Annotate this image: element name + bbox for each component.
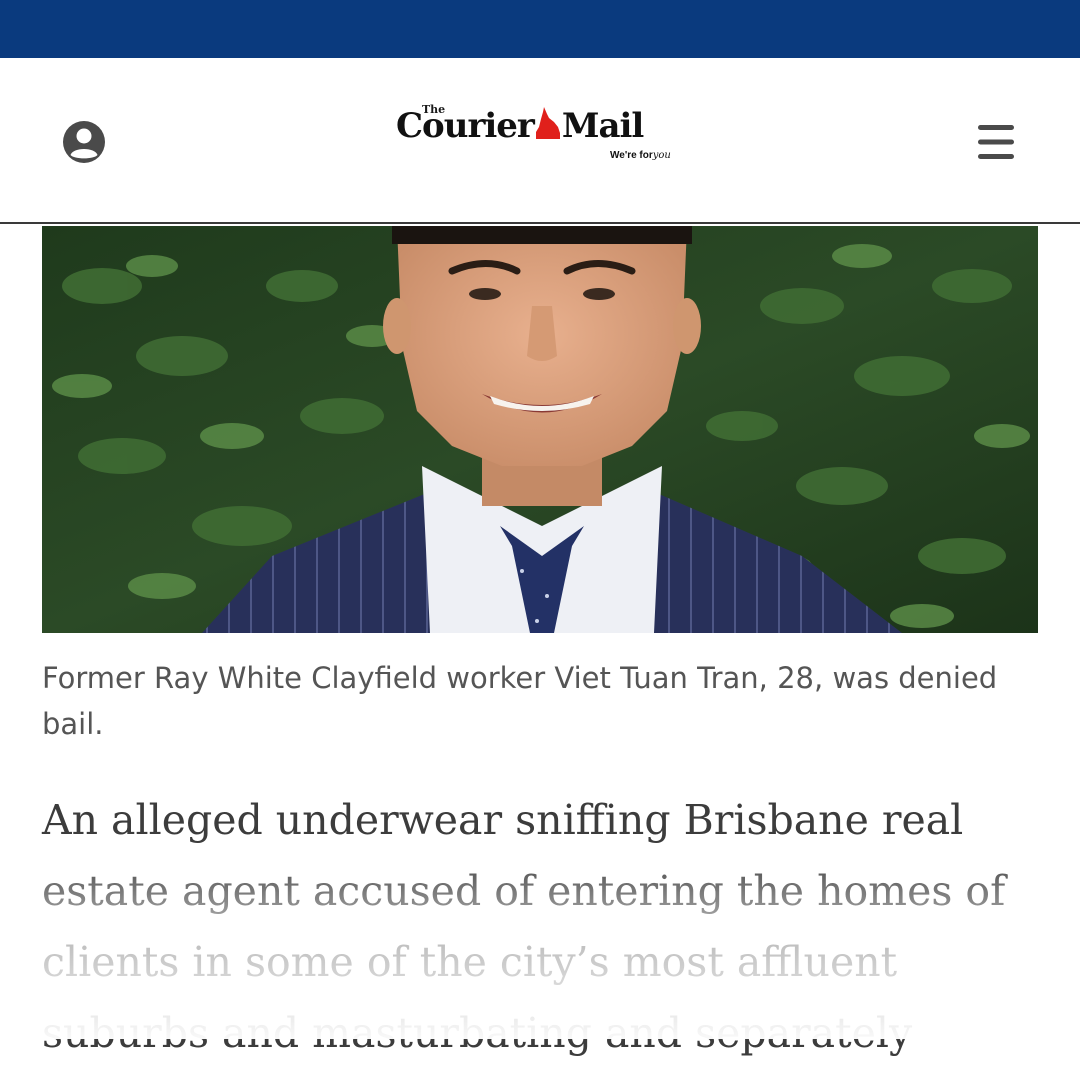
hamburger-menu-icon (978, 125, 1014, 159)
site-header: The Courier Mail We're foryou (0, 58, 1080, 224)
site-logo[interactable]: The Courier Mail We're foryou (392, 98, 692, 178)
logo-word-mail: Mail (561, 106, 644, 146)
logo-wordmark: Courier Mail (396, 106, 644, 146)
logo-word-courier: Courier (396, 106, 535, 146)
queensland-map-icon (535, 107, 560, 139)
tagline-script: you (652, 150, 671, 161)
tagline-prefix: We're for (610, 150, 653, 161)
photo-caption: Former Ray White Clayfield worker Viet T… (42, 661, 998, 741)
logo-tagline: We're foryou (610, 150, 671, 161)
top-brand-bar (0, 0, 1080, 58)
menu-button[interactable] (972, 120, 1020, 164)
article-lead-paragraph: An alleged underwear sniffing Brisbane r… (42, 796, 1006, 1057)
article-photo (42, 226, 1038, 633)
account-button[interactable] (60, 118, 108, 166)
user-circle-icon (63, 121, 105, 163)
